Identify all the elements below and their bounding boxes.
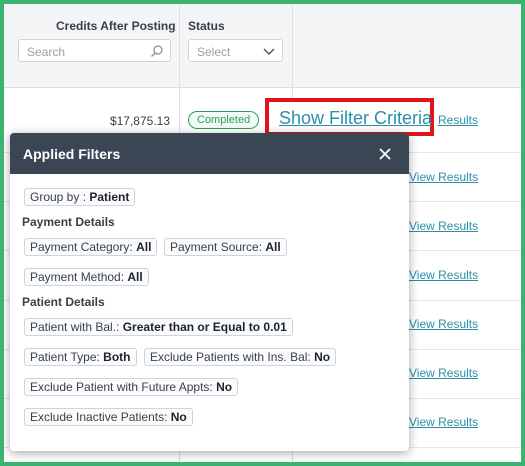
table-header: Credits After Posting Status Search Sele… [4,4,521,88]
filter-chip-payment-source: Payment Source: All [164,238,287,256]
popup-title: Applied Filters [23,146,121,162]
search-placeholder: Search [27,45,66,59]
view-results-link[interactable]: View Results [409,415,478,429]
filter-chip-payment-method: Payment Method: All [24,268,149,286]
payment-details-heading: Payment Details [22,215,115,229]
view-results-link[interactable]: View Results [409,170,478,184]
status-header: Status [188,19,225,33]
view-results-link[interactable]: View Results [409,268,478,282]
search-icon [151,45,163,57]
filter-chip-exclude-ins-bal: Exclude Patients with Ins. Bal: No [144,348,337,366]
filter-chip-exclude-inactive: Exclude Inactive Patients: No [24,408,193,426]
chevron-down-icon [263,48,275,55]
view-results-link[interactable]: View Results [409,219,478,233]
status-select-value: Select [197,45,231,59]
credits-after-posting-header: Credits After Posting [56,19,176,33]
filter-chip-patient-type: Patient Type: Both [24,348,137,366]
show-filter-criteria-highlight: Show Filter Criteria [265,98,434,136]
filter-chip-payment-category: Payment Category: All [24,238,158,256]
view-results-link[interactable]: Results [438,113,478,127]
applied-filters-popup: Applied Filters Group by : Patient Payme… [10,133,409,451]
filter-chip-group-by: Group by : Patient [24,188,136,206]
popup-header: Applied Filters [10,133,409,174]
credits-search-input[interactable]: Search [18,39,171,62]
close-icon[interactable] [377,146,393,162]
status-select[interactable]: Select [188,39,283,62]
view-results-link[interactable]: View Results [409,366,478,380]
patient-details-heading: Patient Details [22,295,105,309]
show-filter-criteria-link[interactable]: Show Filter Criteria [279,108,432,129]
credits-amount: $17,875.13 [109,114,170,128]
column-divider [292,4,293,88]
view-results-link[interactable]: View Results [409,317,478,331]
filter-chip-exclude-future-appts: Exclude Patient with Future Appts: No [24,378,239,396]
column-divider [179,4,180,88]
report-table: Credits After Posting Status Search Sele… [4,4,521,462]
status-badge: Completed [188,111,260,129]
filter-chip-patient-with-bal: Patient with Bal.: Greater than or Equal… [24,318,293,336]
